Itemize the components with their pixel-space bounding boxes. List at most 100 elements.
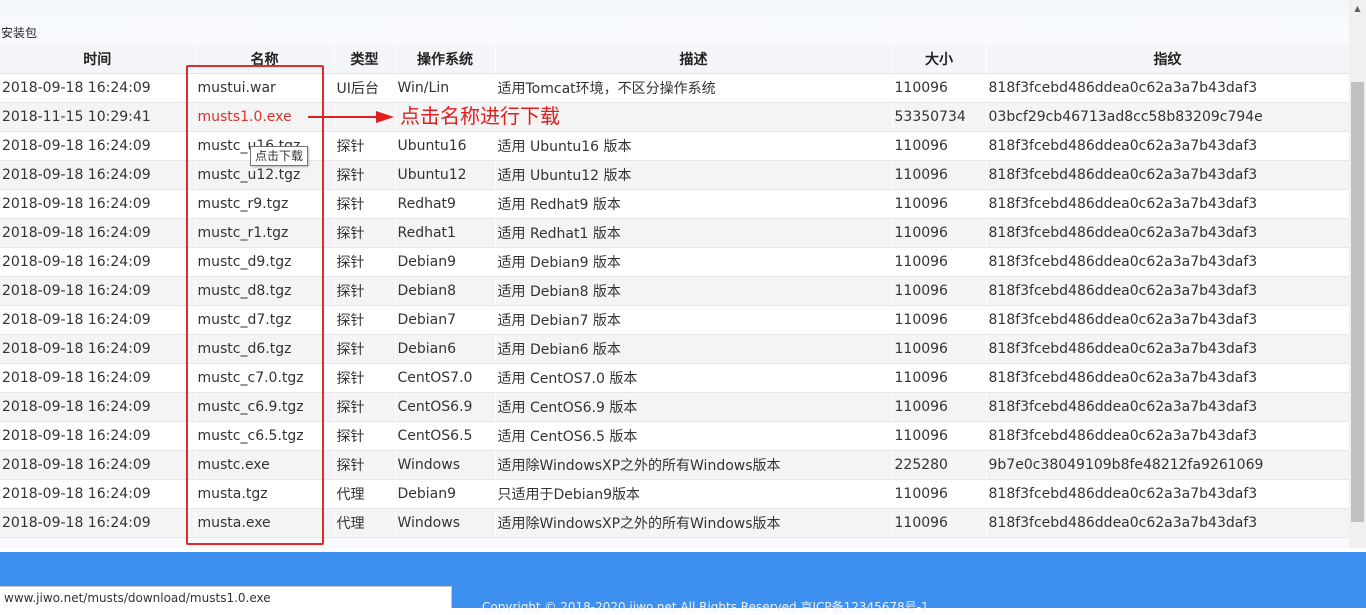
annotation-arrow-icon <box>308 111 394 123</box>
cell-size: 110096 <box>892 305 987 335</box>
cell-description: 只适用于Debian9版本 <box>495 479 893 509</box>
download-link[interactable]: mustui.war <box>195 73 335 103</box>
cell-fingerprint: 818f3fcebd486ddea0c62a3a7b43daf3 <box>986 334 1350 364</box>
cell-size: 110096 <box>892 392 987 422</box>
section-title: 安装包 <box>1 26 38 40</box>
download-link[interactable]: mustc_r9.tgz <box>195 189 335 219</box>
col-header-description[interactable]: 描述 <box>495 45 893 74</box>
cell-fingerprint: 818f3fcebd486ddea0c62a3a7b43daf3 <box>986 218 1350 248</box>
cell-fingerprint: 818f3fcebd486ddea0c62a3a7b43daf3 <box>986 189 1350 219</box>
cell-description: 适用 CentOS6.5 版本 <box>495 421 893 451</box>
table-row: 2018-09-18 16:24:09 musta.exe 代理 Windows 适用除… <box>0 508 1350 538</box>
download-link[interactable]: mustc_d9.tgz <box>195 247 335 277</box>
download-link[interactable]: mustc_d8.tgz <box>195 276 335 306</box>
cell-type: 探针 <box>334 131 396 161</box>
cell-description: 适用 Ubuntu12 版本 <box>495 160 893 190</box>
cell-description: 适用 CentOS6.9 版本 <box>495 392 893 422</box>
download-link[interactable]: mustc_r1.tgz <box>195 218 335 248</box>
cell-os: Redhat1 <box>395 218 496 248</box>
scrollbar-thumb[interactable] <box>1351 82 1364 522</box>
cell-fingerprint: 818f3fcebd486ddea0c62a3a7b43daf3 <box>986 276 1350 306</box>
download-link[interactable]: musta.tgz <box>195 479 335 509</box>
download-link[interactable]: mustc_c6.9.tgz <box>195 392 335 422</box>
table-row: 2018-09-18 16:24:09 mustc_d9.tgz 探针 Debian9… <box>0 247 1350 277</box>
cell-os: Ubuntu12 <box>395 160 496 190</box>
cell-time: 2018-09-18 16:24:09 <box>0 334 196 364</box>
cell-type: 探针 <box>334 189 396 219</box>
cell-size: 110096 <box>892 334 987 364</box>
table-row: 2018-09-18 16:24:09 mustc_u12.tgz 探针 Ubuntu… <box>0 160 1350 190</box>
download-link[interactable]: mustc_d6.tgz <box>195 334 335 364</box>
table-row: 2018-09-18 16:24:09 mustc.exe 探针 Windows 适用除… <box>0 450 1350 480</box>
table-row: 2018-09-18 16:24:09 mustc_d7.tgz 探针 Debian7… <box>0 305 1350 335</box>
cell-description: 适用 Redhat9 版本 <box>495 189 893 219</box>
cell-os: Debian9 <box>395 479 496 509</box>
cell-time: 2018-09-18 16:24:09 <box>0 392 196 422</box>
cell-os: Debian6 <box>395 334 496 364</box>
cell-time: 2018-09-18 16:24:09 <box>0 247 196 277</box>
table-row: 2018-09-18 16:24:09 mustc_c6.9.tgz 探针 CentO… <box>0 392 1350 422</box>
cell-type: 探针 <box>334 421 396 451</box>
table-row: 2018-09-18 16:24:09 mustc_r9.tgz 探针 Redhat9… <box>0 189 1350 219</box>
cell-size: 110096 <box>892 363 987 393</box>
package-table: 时间 名称 类型 操作系统 描述 大小 指纹 2018-09-18 16:24:… <box>0 45 1350 538</box>
table-row: 2018-09-18 16:24:09 musta.tgz 代理 Debian9 只适用… <box>0 479 1350 509</box>
cell-time: 2018-09-18 16:24:09 <box>0 421 196 451</box>
vertical-scrollbar[interactable]: ▲ <box>1349 0 1366 548</box>
cell-size: 110096 <box>892 479 987 509</box>
cell-fingerprint: 818f3fcebd486ddea0c62a3a7b43daf3 <box>986 392 1350 422</box>
download-link[interactable]: musta.exe <box>195 508 335 538</box>
cell-description: 适用除WindowsXP之外的所有Windows版本 <box>495 450 893 480</box>
cell-os: CentOS6.5 <box>395 421 496 451</box>
cell-size: 110096 <box>892 508 987 538</box>
cell-time: 2018-09-18 16:24:09 <box>0 508 196 538</box>
cell-type: 探针 <box>334 247 396 277</box>
cell-type: 探针 <box>334 305 396 335</box>
cell-size: 110096 <box>892 160 987 190</box>
cell-description: 适用 Debian9 版本 <box>495 247 893 277</box>
cell-type: 代理 <box>334 479 396 509</box>
cell-fingerprint: 818f3fcebd486ddea0c62a3a7b43daf3 <box>986 73 1350 103</box>
cell-type: 探针 <box>334 392 396 422</box>
cell-size: 110096 <box>892 189 987 219</box>
cell-size: 53350734 <box>892 102 987 132</box>
download-link[interactable]: mustc_d7.tgz <box>195 305 335 335</box>
cell-type: 探针 <box>334 276 396 306</box>
col-header-fingerprint[interactable]: 指纹 <box>986 45 1350 74</box>
cell-os: Ubuntu16 <box>395 131 496 161</box>
cell-size: 110096 <box>892 421 987 451</box>
col-header-name[interactable]: 名称 <box>195 45 335 74</box>
cell-description: 适用 CentOS7.0 版本 <box>495 363 893 393</box>
table-row: 2018-09-18 16:24:09 mustc_c7.0.tgz 探针 CentO… <box>0 363 1350 393</box>
cell-description: 适用 Ubuntu16 版本 <box>495 131 893 161</box>
cell-type: 代理 <box>334 508 396 538</box>
cell-type: UI后台 <box>334 73 396 103</box>
cell-fingerprint: 03bcf29cb46713ad8cc58b83209c794e <box>986 102 1350 132</box>
download-link[interactable]: mustc_c6.5.tgz <box>195 421 335 451</box>
cell-fingerprint: 9b7e0c38049109b8fe48212fa9261069 <box>986 450 1350 480</box>
cell-time: 2018-11-15 10:29:41 <box>0 102 196 132</box>
cell-time: 2018-09-18 16:24:09 <box>0 160 196 190</box>
cell-time: 2018-09-18 16:24:09 <box>0 276 196 306</box>
scroll-up-arrow-icon[interactable]: ▲ <box>1349 0 1366 17</box>
cell-os: Debian8 <box>395 276 496 306</box>
table-body: 2018-09-18 16:24:09 mustui.war UI后台 Win/Lin… <box>0 73 1350 538</box>
col-header-type[interactable]: 类型 <box>334 45 396 74</box>
cell-fingerprint: 818f3fcebd486ddea0c62a3a7b43daf3 <box>986 131 1350 161</box>
cell-description: 适用Tomcat环境，不区分操作系统 <box>495 73 893 103</box>
cell-size: 110096 <box>892 247 987 277</box>
download-link[interactable]: mustc_c7.0.tgz <box>195 363 335 393</box>
table-row: 2018-09-18 16:24:09 mustc_d6.tgz 探针 Debian6… <box>0 334 1350 364</box>
download-link[interactable]: mustc.exe <box>195 450 335 480</box>
cell-fingerprint: 818f3fcebd486ddea0c62a3a7b43daf3 <box>986 247 1350 277</box>
main-content: 安装包 时间 名称 类型 操作系统 描述 大小 指纹 2018-09-18 16… <box>0 24 1350 548</box>
cell-os: Win/Lin <box>395 73 496 103</box>
col-header-size[interactable]: 大小 <box>892 45 987 74</box>
col-header-os[interactable]: 操作系统 <box>395 45 496 74</box>
cell-description: 适用 Redhat1 版本 <box>495 218 893 248</box>
cell-os: Windows <box>395 508 496 538</box>
col-header-time[interactable]: 时间 <box>0 45 196 74</box>
cell-fingerprint: 818f3fcebd486ddea0c62a3a7b43daf3 <box>986 508 1350 538</box>
footer-copyright: Copyright © 2018-2020 jiwo.net All Right… <box>482 600 929 614</box>
cell-description: 适用 Debian6 版本 <box>495 334 893 364</box>
